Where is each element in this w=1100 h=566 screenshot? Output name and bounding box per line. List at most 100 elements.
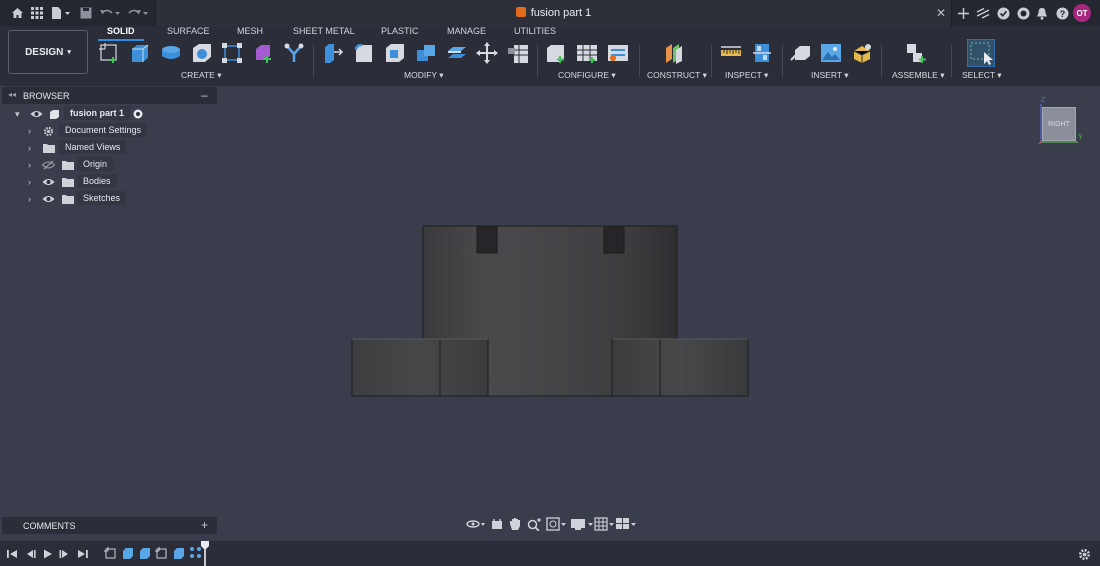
look-at-icon[interactable] <box>491 518 503 530</box>
timeline-extrude-icon[interactable] <box>121 547 134 560</box>
file-icon[interactable] <box>50 5 72 21</box>
online-status-icon[interactable] <box>1015 5 1031 21</box>
new-component-icon[interactable] <box>905 42 927 64</box>
home-icon[interactable] <box>9 5 25 21</box>
undo-icon[interactable] <box>98 5 122 21</box>
select-menu[interactable]: SELECT ▾ <box>962 70 1002 81</box>
eye-icon[interactable] <box>42 177 55 187</box>
assemble-menu[interactable]: ASSEMBLE ▾ <box>892 70 944 81</box>
hidden-eye-icon[interactable] <box>42 160 55 170</box>
timeline-sketch-icon[interactable] <box>155 547 168 560</box>
construct-menu[interactable]: CONSTRUCT ▾ <box>647 70 707 81</box>
chevron-down-icon[interactable]: ▾ <box>15 110 23 119</box>
tree-item-origin[interactable]: › Origin <box>25 157 155 173</box>
fillet-icon[interactable] <box>353 42 375 64</box>
step-back-icon[interactable] <box>24 549 36 559</box>
new-tab-icon[interactable] <box>955 5 971 21</box>
revolve-icon[interactable] <box>160 42 182 64</box>
tree-item-bodies[interactable]: › Bodies <box>25 174 155 190</box>
timeline-extrude-icon[interactable] <box>138 547 151 560</box>
play-icon[interactable] <box>42 549 54 559</box>
grid-settings-icon[interactable] <box>594 517 616 531</box>
modify-menu[interactable]: MODIFY ▾ <box>404 70 444 81</box>
apps-grid-icon[interactable] <box>29 5 45 21</box>
user-avatar[interactable]: OT <box>1073 4 1091 22</box>
change-parameters-icon[interactable] <box>507 42 529 64</box>
select-icon[interactable] <box>967 39 995 67</box>
tab-surface[interactable]: SURFACE <box>167 26 210 36</box>
pan-hand-icon[interactable] <box>509 517 522 531</box>
tree-item-root[interactable]: ▾ fusion part 1 <box>13 106 153 122</box>
offset-face-icon[interactable] <box>446 42 468 64</box>
close-tab-icon[interactable]: ✕ <box>936 6 946 20</box>
job-status-icon[interactable] <box>995 5 1011 21</box>
derive-icon[interactable] <box>283 42 305 64</box>
tree-item-document-settings[interactable]: › Document Settings <box>25 123 155 139</box>
pattern-icon[interactable] <box>221 42 243 64</box>
notifications-icon[interactable] <box>1034 5 1050 21</box>
comments-panel-header[interactable]: COMMENTS + <box>2 517 217 534</box>
create-menu[interactable]: CREATE ▾ <box>181 70 222 81</box>
tab-utilities[interactable]: UTILITIES <box>514 26 556 36</box>
configuration-table-icon[interactable] <box>576 42 598 64</box>
help-icon[interactable]: ? <box>1054 5 1070 21</box>
offset-plane-icon[interactable] <box>663 42 685 64</box>
configure-design-icon[interactable] <box>545 42 567 64</box>
hole-icon[interactable] <box>191 42 213 64</box>
step-forward-icon[interactable] <box>59 549 71 559</box>
timeline-extrude-icon[interactable] <box>172 547 185 560</box>
display-settings-icon[interactable] <box>570 517 596 531</box>
viewports-icon[interactable] <box>615 517 637 531</box>
configure-menu[interactable]: CONFIGURE ▾ <box>558 70 616 81</box>
timeline-sketch-icon[interactable] <box>104 547 117 560</box>
insert-derive-icon[interactable] <box>790 42 812 64</box>
go-to-end-icon[interactable] <box>77 549 89 559</box>
eye-icon[interactable] <box>30 109 43 119</box>
chevron-down-icon: ▾ <box>67 49 71 56</box>
create-form-icon[interactable] <box>252 42 274 64</box>
tab-manage[interactable]: MANAGE <box>447 26 486 36</box>
measure-icon[interactable] <box>720 42 742 64</box>
tree-item-named-views[interactable]: › Named Views <box>25 140 155 156</box>
minimize-icon[interactable]: – <box>201 88 208 102</box>
tab-sheet-metal[interactable]: SHEET METAL <box>293 26 355 36</box>
collapse-panel-icon[interactable]: ◂◂ <box>8 90 16 99</box>
timeline-marker-handle[interactable] <box>201 541 209 566</box>
move-icon[interactable] <box>476 42 498 64</box>
inspect-menu[interactable]: INSPECT ▾ <box>725 70 768 81</box>
tab-mesh[interactable]: MESH <box>237 26 263 36</box>
browser-panel-header[interactable]: ◂◂ BROWSER – <box>2 87 217 104</box>
chevron-right-icon[interactable]: › <box>28 178 36 187</box>
go-to-start-icon[interactable] <box>6 549 18 559</box>
tab-plastic[interactable]: PLASTIC <box>381 26 419 36</box>
section-analysis-icon[interactable] <box>751 42 773 64</box>
chevron-right-icon[interactable]: › <box>28 161 36 170</box>
active-radio-icon[interactable] <box>133 109 143 119</box>
insert-canvas-icon[interactable] <box>820 42 842 64</box>
orbit-icon[interactable] <box>466 518 486 530</box>
timeline-settings-gear-icon[interactable] <box>1078 548 1091 561</box>
chevron-right-icon[interactable]: › <box>28 144 36 153</box>
tab-solid[interactable]: SOLID <box>107 26 135 36</box>
press-pull-icon[interactable] <box>322 42 344 64</box>
insert-menu[interactable]: INSERT ▾ <box>811 70 849 81</box>
combine-icon[interactable] <box>415 42 437 64</box>
extensions-icon[interactable] <box>975 5 991 21</box>
chevron-right-icon[interactable]: › <box>28 127 36 136</box>
save-icon[interactable] <box>78 5 94 21</box>
shell-icon[interactable] <box>384 42 406 64</box>
3d-model-part[interactable] <box>350 225 750 397</box>
chevron-right-icon[interactable]: › <box>28 195 36 204</box>
extrude-icon[interactable] <box>129 42 151 64</box>
workspace-switcher-button[interactable]: DESIGN ▾ <box>8 30 88 74</box>
create-sketch-icon[interactable] <box>98 42 120 64</box>
fit-view-icon[interactable] <box>546 517 568 531</box>
eye-icon[interactable] <box>42 194 55 204</box>
tree-item-sketches[interactable]: › Sketches <box>25 191 155 207</box>
configuration-rules-icon[interactable] <box>607 42 629 64</box>
insert-mesh-icon[interactable] <box>851 42 873 64</box>
document-tab[interactable]: fusion part 1 ✕ <box>155 0 952 26</box>
redo-icon[interactable] <box>126 5 150 21</box>
add-comment-icon[interactable]: + <box>201 518 208 532</box>
zoom-icon[interactable] <box>527 517 541 531</box>
